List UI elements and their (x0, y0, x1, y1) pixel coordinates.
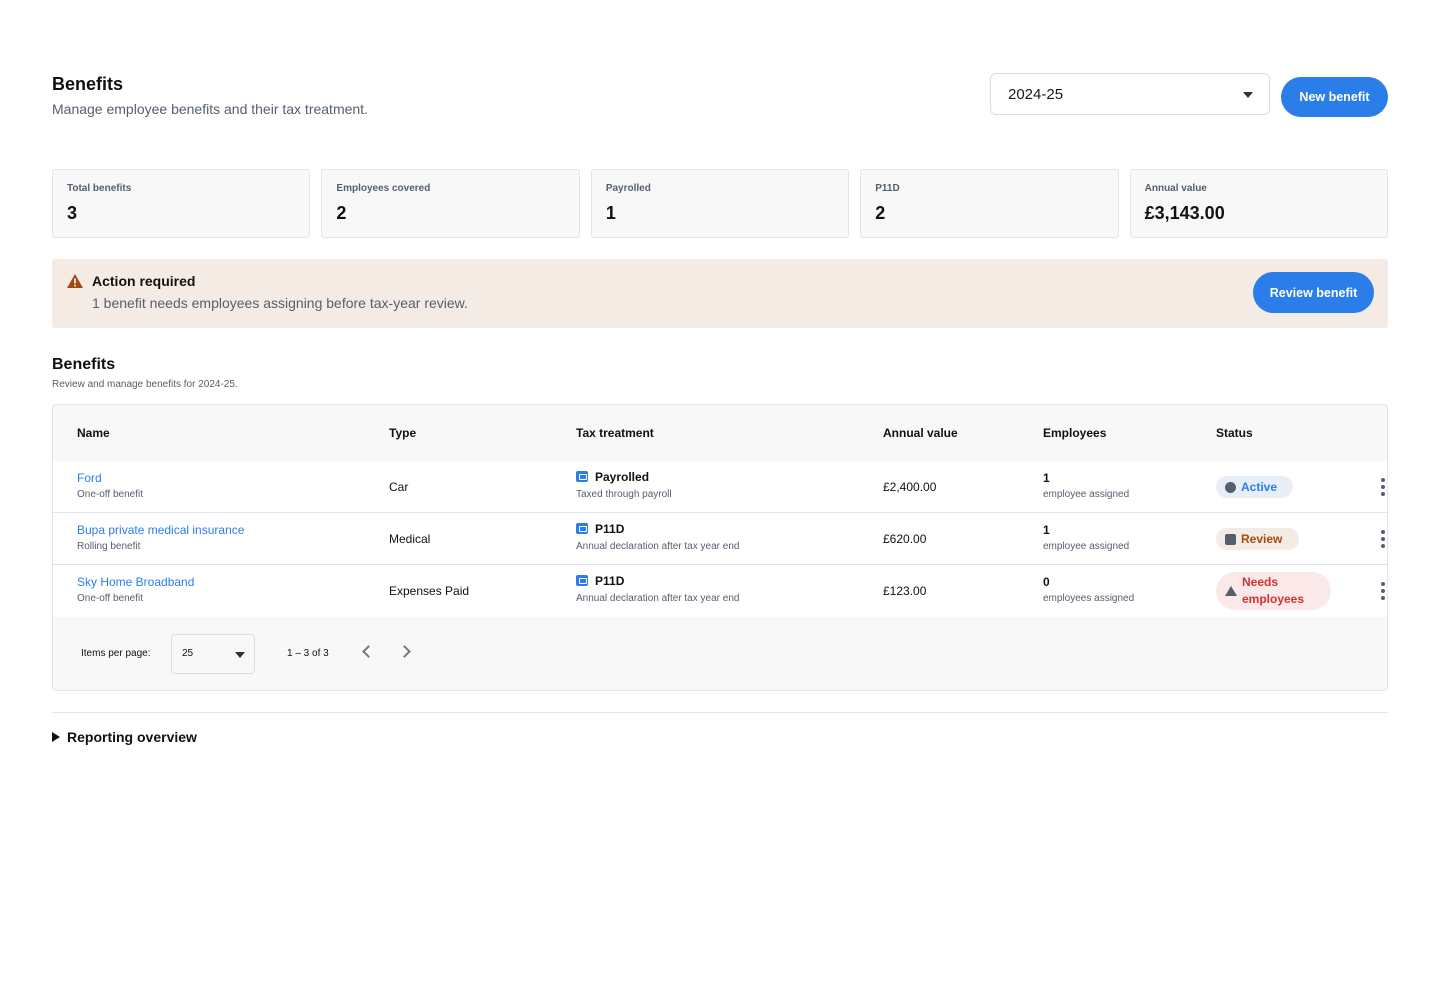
tax-treatment-description: Taxed through payroll (576, 489, 672, 500)
page-title: Benefits (52, 74, 124, 94)
page-header: Benefits Manage employee benefits and th… (52, 73, 1388, 124)
payroll-icon (576, 471, 588, 482)
table-header: Name Type Tax treatment Annual value Emp… (53, 405, 1387, 462)
stat-value: 3 (67, 203, 78, 223)
benefit-frequency: One-off benefit (77, 489, 143, 500)
items-per-page-label: Items per page: (81, 648, 151, 659)
employee-count: 0 (1043, 575, 1050, 589)
employee-count-label: employee assigned (1043, 489, 1130, 500)
chevron-left-icon[interactable] (362, 645, 375, 658)
pagination: Items per page: 25 1 – 3 of 3 (53, 617, 1387, 690)
column-header-name[interactable]: Name (77, 426, 110, 440)
column-header-type[interactable]: Type (389, 426, 416, 440)
section-title: Benefits (52, 356, 116, 373)
stat-label: Payrolled (605, 183, 651, 194)
tax-treatment-label: P11D (595, 522, 625, 536)
stat-payrolled: Payrolled 1 (590, 169, 850, 238)
benefit-frequency: One-off benefit (77, 593, 143, 604)
employee-count: 1 (1043, 523, 1050, 537)
tax-treatment-description: Annual declaration after tax year end (576, 541, 740, 552)
status-badge: Review (1216, 528, 1299, 550)
stat-label: Employees covered (336, 183, 431, 194)
document-icon (576, 523, 588, 534)
employee-count-label: employees assigned (1043, 593, 1135, 604)
status-badge: Active (1216, 476, 1293, 498)
stat-total-benefits: Total benefits 3 (52, 169, 311, 238)
tax-treatment-label: Payrolled (595, 470, 650, 484)
stat-label: P11D (875, 183, 900, 194)
chevron-right-icon[interactable] (398, 645, 411, 658)
new-benefit-button[interactable]: New benefit (1281, 77, 1388, 117)
page-subtitle: Manage employee benefits and their tax t… (52, 101, 368, 117)
stat-label: Total benefits (67, 183, 132, 194)
table-row[interactable]: Bupa private medical insurance Rolling b… (53, 513, 1387, 565)
stat-label: Annual value (1144, 183, 1207, 194)
check-circle-icon (1225, 481, 1236, 493)
stat-value: 1 (605, 203, 616, 223)
reporting-overview-toggle[interactable]: Reporting overview (52, 729, 197, 745)
chevron-down-icon (235, 652, 245, 658)
stat-value: 2 (336, 203, 347, 223)
items-per-page-value: 25 (182, 648, 194, 659)
items-per-page-select[interactable]: 25 (171, 634, 255, 674)
stat-annual-value: Annual value £3,143.00 (1129, 169, 1389, 238)
benefit-type: Medical (389, 532, 431, 546)
column-header-employees[interactable]: Employees (1043, 426, 1106, 440)
row-menu-button[interactable] (1379, 478, 1387, 496)
row-menu-button[interactable] (1379, 530, 1387, 548)
benefit-name-link[interactable]: Ford (77, 471, 102, 485)
chevron-down-icon (1243, 92, 1253, 98)
status-badge: Needs employees (1216, 572, 1331, 610)
column-header-annual-value[interactable]: Annual value (883, 426, 958, 440)
review-benefit-button[interactable]: Review benefit (1253, 272, 1374, 313)
benefit-name-link[interactable]: Bupa private medical insurance (77, 523, 244, 537)
page-range: 1 – 3 of 3 (287, 648, 329, 659)
reporting-overview-label: Reporting overview (67, 729, 197, 745)
annual-value: £123.00 (883, 584, 927, 598)
caret-right-icon (52, 732, 60, 742)
stat-value: 2 (875, 203, 886, 223)
review-icon (1225, 533, 1236, 545)
stats-row: Total benefits 3 Employees covered 2 Pay… (52, 169, 1389, 238)
benefit-type: Car (389, 480, 409, 494)
benefit-type: Expenses Paid (389, 584, 470, 598)
status-line-2: employees (1242, 592, 1305, 606)
action-required-alert: Action required 1 benefit needs employee… (52, 259, 1388, 328)
warning-icon (1225, 586, 1237, 596)
annual-value: £620.00 (883, 532, 927, 546)
benefits-table: Name Type Tax treatment Annual value Emp… (52, 404, 1388, 691)
tax-year-value: 2024-25 (1008, 86, 1064, 103)
stat-value: £3,143.00 (1144, 203, 1225, 223)
employee-count-label: employee assigned (1043, 541, 1130, 552)
column-header-tax-treatment[interactable]: Tax treatment (576, 426, 654, 440)
stat-p11d: P11D 2 (860, 169, 1119, 238)
warning-icon (67, 274, 83, 288)
table-row[interactable]: Sky Home Broadband One-off benefit Expen… (53, 565, 1387, 618)
status-badge-label: Review (1241, 532, 1283, 546)
tax-year-select[interactable]: 2024-25 (990, 73, 1270, 115)
status-badge-label: Active (1241, 480, 1278, 494)
document-icon (576, 575, 588, 586)
benefit-frequency: Rolling benefit (77, 541, 141, 552)
tax-treatment-description: Annual declaration after tax year end (576, 593, 740, 604)
stat-employees-covered: Employees covered 2 (321, 169, 580, 238)
alert-title: Action required (92, 273, 196, 289)
benefit-name-link[interactable]: Sky Home Broadband (77, 575, 194, 589)
row-menu-button[interactable] (1379, 582, 1387, 600)
table-row[interactable]: Ford One-off benefit Car Payrolled Taxed… (53, 461, 1387, 513)
annual-value: £2,400.00 (883, 480, 937, 494)
divider (52, 712, 1388, 713)
tax-treatment-label: P11D (595, 574, 625, 588)
column-header-status[interactable]: Status (1216, 426, 1253, 440)
alert-text: 1 benefit needs employees assigning befo… (92, 295, 468, 311)
status-line-1: Needs (1242, 575, 1279, 589)
employee-count: 1 (1043, 471, 1050, 485)
status-badge-label: Needs employees (1242, 574, 1304, 608)
section-subtitle: Review and manage benefits for 2024-25. (52, 379, 238, 390)
